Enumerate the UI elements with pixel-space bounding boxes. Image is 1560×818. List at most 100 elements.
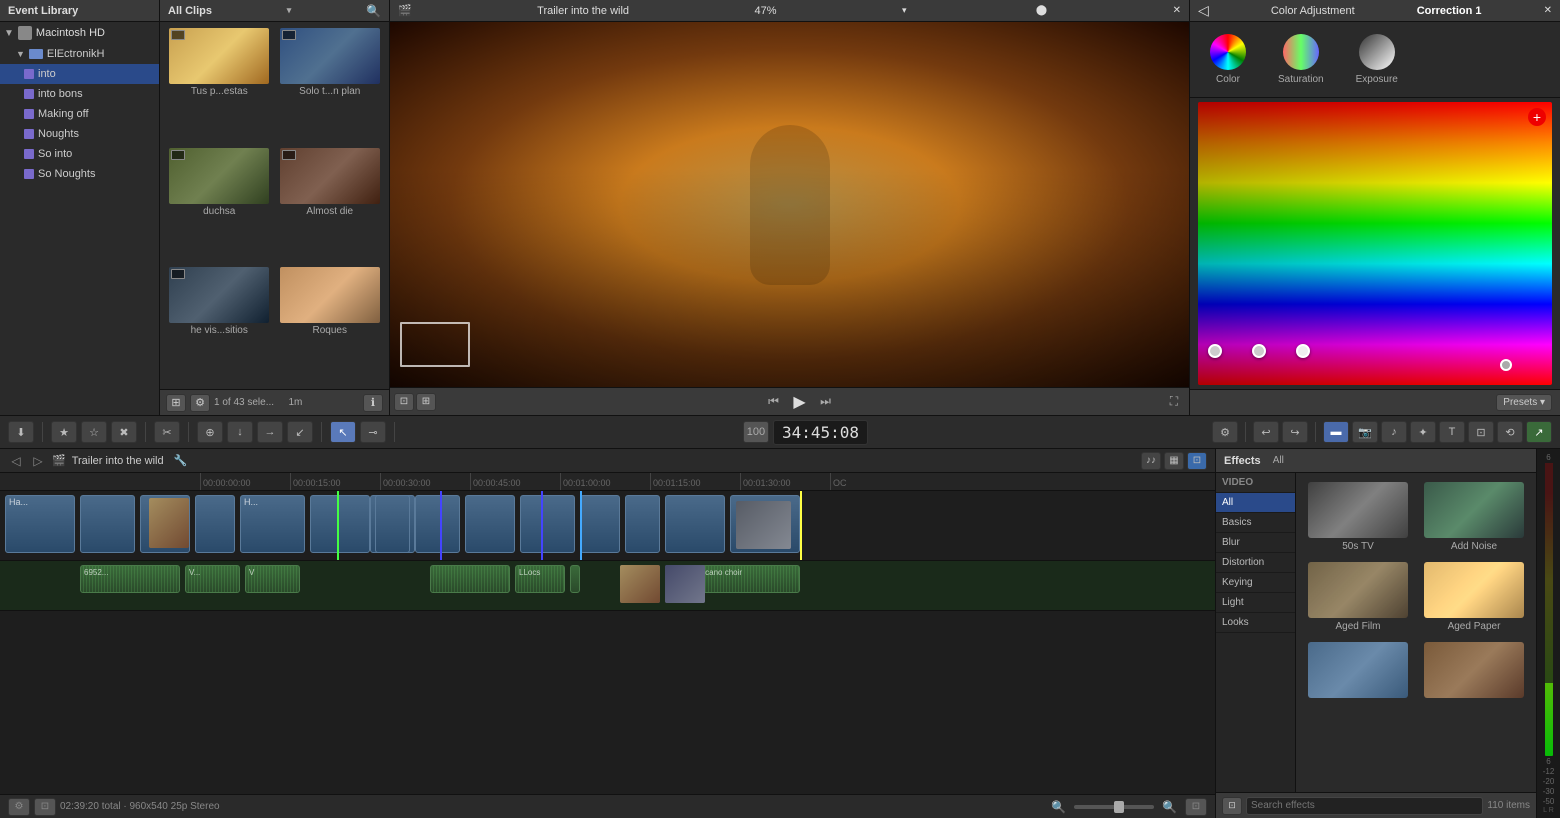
tree-item-so-into[interactable]: So into [0, 144, 159, 164]
preview-selection-box[interactable] [400, 322, 470, 367]
video-clip-1[interactable]: Ha... [5, 495, 75, 553]
append-btn[interactable]: → [257, 421, 283, 443]
effect-item-3[interactable]: Aged Paper [1418, 559, 1530, 635]
video-clip-17[interactable] [730, 495, 800, 553]
timeline-back-btn[interactable]: ◁ [8, 453, 24, 469]
redo-btn[interactable]: ↪ [1282, 421, 1308, 443]
timeline-zoom-btn[interactable]: ⊡ [1187, 452, 1207, 470]
timeline-clip-btn[interactable]: ▦ [1164, 452, 1184, 470]
photo-btn[interactable]: 📷 [1352, 421, 1378, 443]
color-back-btn[interactable]: ◁ [1198, 2, 1209, 19]
timecode-display[interactable]: 34:45:08 [773, 420, 868, 445]
color-close-btn[interactable]: ✕ [1544, 5, 1552, 16]
clip-tool-btn[interactable]: ✂ [154, 421, 180, 443]
video-clip-3[interactable] [140, 495, 190, 553]
clip-item-4[interactable]: he vis...sitios [166, 267, 273, 383]
generator-btn[interactable]: ⊡ [1468, 421, 1494, 443]
effects-cat-basics[interactable]: Basics [1216, 513, 1295, 533]
zoom-dropdown-icon[interactable]: ▾ [902, 5, 907, 16]
preview-expand-icon[interactable]: ⬤ [1036, 5, 1047, 16]
audio-clip-5[interactable]: LLocs [515, 565, 565, 593]
tree-item-making-off[interactable]: Making off [0, 104, 159, 124]
clip-view-btn[interactable]: ▬ [1323, 421, 1349, 443]
audio-clip-1[interactable]: 6952... [80, 565, 180, 593]
clip-item-5[interactable]: Roques [277, 267, 384, 383]
color-tab-saturation[interactable]: Saturation [1270, 30, 1332, 89]
color-cursor-dot[interactable] [1500, 359, 1512, 371]
export-btn[interactable]: ↗ [1526, 421, 1552, 443]
insert-btn[interactable]: ↓ [227, 421, 253, 443]
slider-dot-1[interactable] [1208, 344, 1222, 358]
transition-btn[interactable]: ✦ [1410, 421, 1436, 443]
effect-item-1[interactable]: Add Noise [1418, 479, 1530, 555]
color-tab-exposure[interactable]: Exposure [1348, 30, 1406, 89]
audio-clip-2[interactable]: V... [185, 565, 240, 593]
transform-btn[interactable]: ⟲ [1497, 421, 1523, 443]
audio-track-content[interactable]: 6952... V... V [0, 561, 1215, 610]
tree-item-so-noughts[interactable]: So Noughts [0, 164, 159, 184]
video-clip-2[interactable] [80, 495, 135, 553]
connect-btn[interactable]: ⊕ [197, 421, 223, 443]
clip-view-btn[interactable]: ⊞ [166, 394, 186, 412]
preview-rewind-btn[interactable]: ⏮ [763, 392, 785, 412]
clip-settings-btn[interactable]: ⚙ [190, 394, 210, 412]
import-btn[interactable]: ⬇ [8, 421, 34, 443]
rating-btn-fav[interactable]: ★ [51, 421, 77, 443]
clip-item-2[interactable]: duchsa [166, 148, 273, 264]
audio-clip-6[interactable] [570, 565, 580, 593]
color-add-button[interactable]: + [1528, 108, 1546, 126]
effects-view-btn[interactable]: ⊡ [1222, 797, 1242, 815]
trim-tool-btn[interactable]: ⊸ [360, 421, 386, 443]
undo-btn[interactable]: ↩ [1253, 421, 1279, 443]
slider-dot-3[interactable] [1296, 344, 1310, 358]
presets-button[interactable]: Presets ▾ [1496, 394, 1552, 411]
timeline-settings-icon[interactable]: 🔧 [174, 454, 188, 467]
effects-cat-distortion[interactable]: Distortion [1216, 553, 1295, 573]
preview-forward-btn[interactable]: ⏭ [815, 392, 837, 412]
zoom-out-icon[interactable]: 🔍 [1051, 800, 1066, 814]
effects-all-btn[interactable]: All [1269, 454, 1288, 467]
audio-clip-7[interactable]: Volcano choir [690, 565, 800, 593]
title-btn[interactable]: T [1439, 421, 1465, 443]
video-track-content[interactable]: Ha... H... [0, 491, 1215, 560]
color-picker-area[interactable]: + [1198, 102, 1552, 385]
preview-fit-btn[interactable]: ⊡ [394, 393, 414, 411]
video-clip-4[interactable] [195, 495, 235, 553]
video-clip-10[interactable] [375, 495, 410, 553]
timeline-forward-btn[interactable]: ▷ [30, 453, 46, 469]
audio-clip-4[interactable] [430, 565, 510, 593]
tree-item-into[interactable]: into [0, 64, 159, 84]
effect-item-4[interactable] [1302, 639, 1414, 704]
effects-cat-looks[interactable]: Looks [1216, 613, 1295, 633]
effect-item-0[interactable]: 50s TV [1302, 479, 1414, 555]
clip-item-1[interactable]: Solo t...n plan [277, 28, 384, 144]
effects-cat-blur[interactable]: Blur [1216, 533, 1295, 553]
slider-dot-2[interactable] [1252, 344, 1266, 358]
tree-root-hd[interactable]: ▼ Macintosh HD [0, 22, 159, 44]
color-tab-color[interactable]: Color [1202, 30, 1254, 89]
zoom-in-icon[interactable]: 🔍 [1162, 800, 1177, 814]
preview-safe-btn[interactable]: ⊞ [416, 393, 436, 411]
clip-item-3[interactable]: Almost die [277, 148, 384, 264]
tree-item-electronikH[interactable]: ▼ ElEctronikH [0, 44, 159, 64]
zoom-thumb[interactable] [1114, 801, 1124, 813]
effects-search-input[interactable] [1246, 797, 1483, 815]
tree-item-into-bons[interactable]: into bons [0, 84, 159, 104]
timeline-info-btn[interactable]: ⊡ [1185, 798, 1207, 816]
zoom-slider[interactable] [1074, 805, 1154, 809]
video-clip-11[interactable] [415, 495, 460, 553]
video-clip-5[interactable]: H... [240, 495, 305, 553]
preview-close-icon[interactable]: ✕ [1173, 5, 1181, 16]
audio-btn[interactable]: ♪ [1381, 421, 1407, 443]
effect-item-5[interactable] [1418, 639, 1530, 704]
tools-btn[interactable]: ⚙ [1212, 421, 1238, 443]
search-icon[interactable]: 🔍 [366, 4, 381, 18]
audio-clip-3[interactable]: V [245, 565, 300, 593]
preview-play-btn[interactable]: ▶ [789, 392, 811, 412]
clip-info-btn[interactable]: ℹ [363, 394, 383, 412]
clip-item-0[interactable]: Tus p...estas [166, 28, 273, 144]
rating-btn-like[interactable]: ☆ [81, 421, 107, 443]
effects-cat-keying[interactable]: Keying [1216, 573, 1295, 593]
video-clip-6[interactable] [310, 495, 370, 553]
tree-item-noughts[interactable]: Noughts [0, 124, 159, 144]
